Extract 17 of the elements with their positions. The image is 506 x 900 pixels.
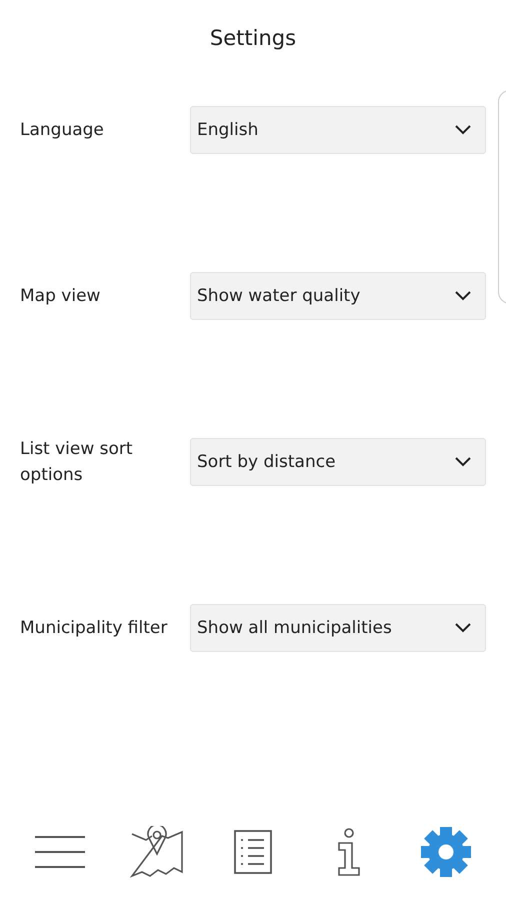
page-title: Settings	[210, 26, 296, 50]
settings-icon[interactable]	[420, 826, 472, 878]
list-icon[interactable]	[234, 830, 272, 874]
setting-label: Map view	[20, 285, 102, 308]
map-pin-icon[interactable]	[130, 826, 184, 878]
setting-label: Municipality filter	[20, 617, 168, 640]
info-icon[interactable]	[336, 828, 362, 876]
dropdown[interactable]: English	[190, 106, 486, 154]
chevron-down-icon	[455, 291, 471, 301]
dropdown[interactable]: Sort by distance	[190, 438, 486, 486]
setting-label: List view sort options	[20, 438, 134, 487]
setting-label: Language	[20, 119, 105, 142]
chevron-down-icon	[455, 623, 471, 633]
dropdown[interactable]: Show water quality	[190, 272, 486, 320]
chevron-down-icon	[455, 457, 471, 467]
dropdown[interactable]: Show all municipalities	[190, 604, 486, 652]
chevron-down-icon	[455, 125, 471, 135]
